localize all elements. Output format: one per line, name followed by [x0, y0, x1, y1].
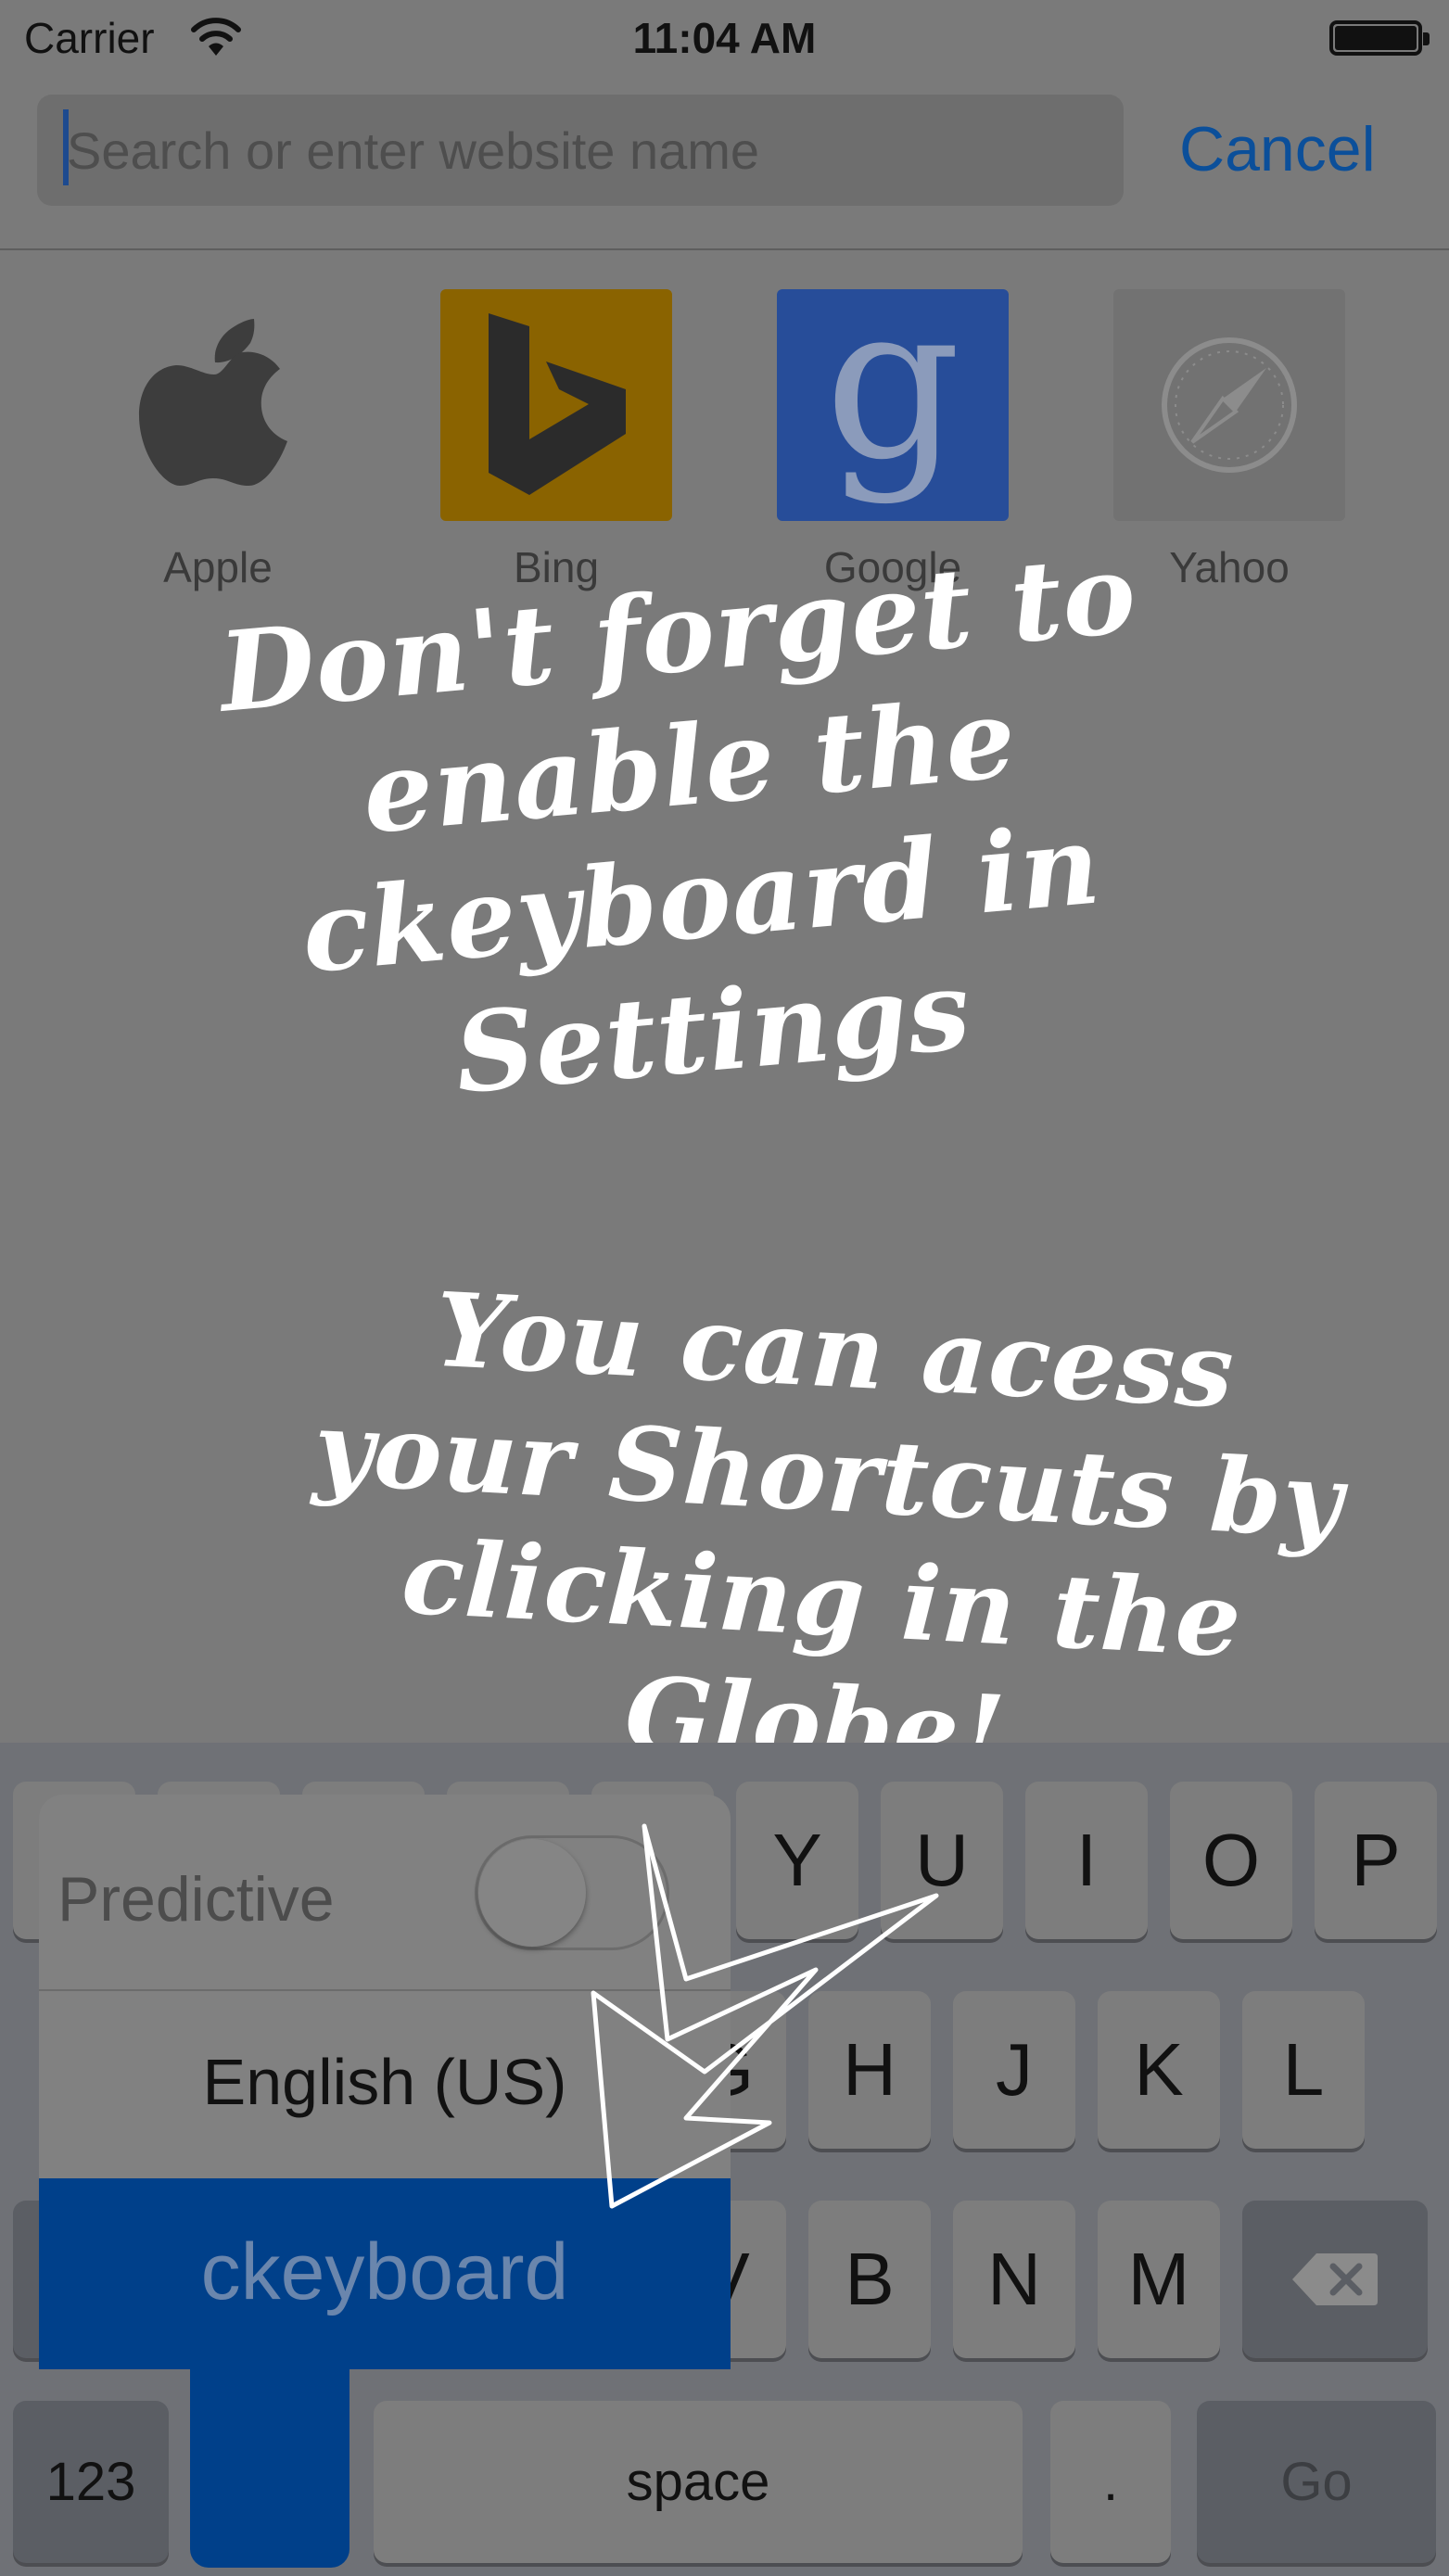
bing-icon[interactable]	[440, 289, 672, 521]
toolbar-divider	[0, 248, 1449, 250]
key-o[interactable]: O	[1170, 1782, 1292, 1939]
key-m[interactable]: M	[1098, 2201, 1220, 2358]
favorite-label-apple: Apple	[163, 543, 273, 591]
period-key[interactable]: .	[1050, 2401, 1171, 2563]
predictive-label: Predictive	[57, 1864, 335, 1935]
clock: 11:04 AM	[632, 14, 817, 62]
google-icon[interactable]: g	[777, 260, 1009, 521]
hint-globe-shortcuts: You can acess your Shortcuts by clicking…	[311, 1269, 1346, 1793]
text-cursor	[63, 109, 69, 185]
ckeyboard-label: ckeyboard	[200, 2227, 569, 2316]
key-l[interactable]: L	[1242, 1991, 1365, 2149]
cancel-button[interactable]: Cancel	[1179, 113, 1376, 185]
arrow-annotation	[591, 1823, 939, 2209]
key-i[interactable]: I	[1025, 1782, 1148, 1939]
address-bar[interactable]	[37, 95, 1124, 206]
key-k[interactable]: K	[1098, 1991, 1220, 2149]
battery-icon	[1329, 20, 1430, 56]
key-p[interactable]: P	[1315, 1782, 1437, 1939]
compass-icon[interactable]	[1113, 289, 1345, 521]
delete-key[interactable]	[1242, 2201, 1428, 2358]
search-input[interactable]	[37, 95, 1124, 206]
space-key[interactable]: space	[374, 2401, 1023, 2563]
hint-enable-keyboard: Don't forget to enable the ckeyboard in …	[214, 527, 1142, 1119]
go-key[interactable]: Go	[1197, 2401, 1436, 2563]
numbers-key[interactable]: 123	[13, 2401, 169, 2563]
globe-key[interactable]	[190, 2354, 350, 2568]
status-bar: Carrier 11:04 AM	[0, 0, 1449, 74]
apple-icon[interactable]	[102, 289, 334, 521]
svg-text:g: g	[824, 289, 960, 507]
backspace-icon	[1292, 2253, 1378, 2305]
